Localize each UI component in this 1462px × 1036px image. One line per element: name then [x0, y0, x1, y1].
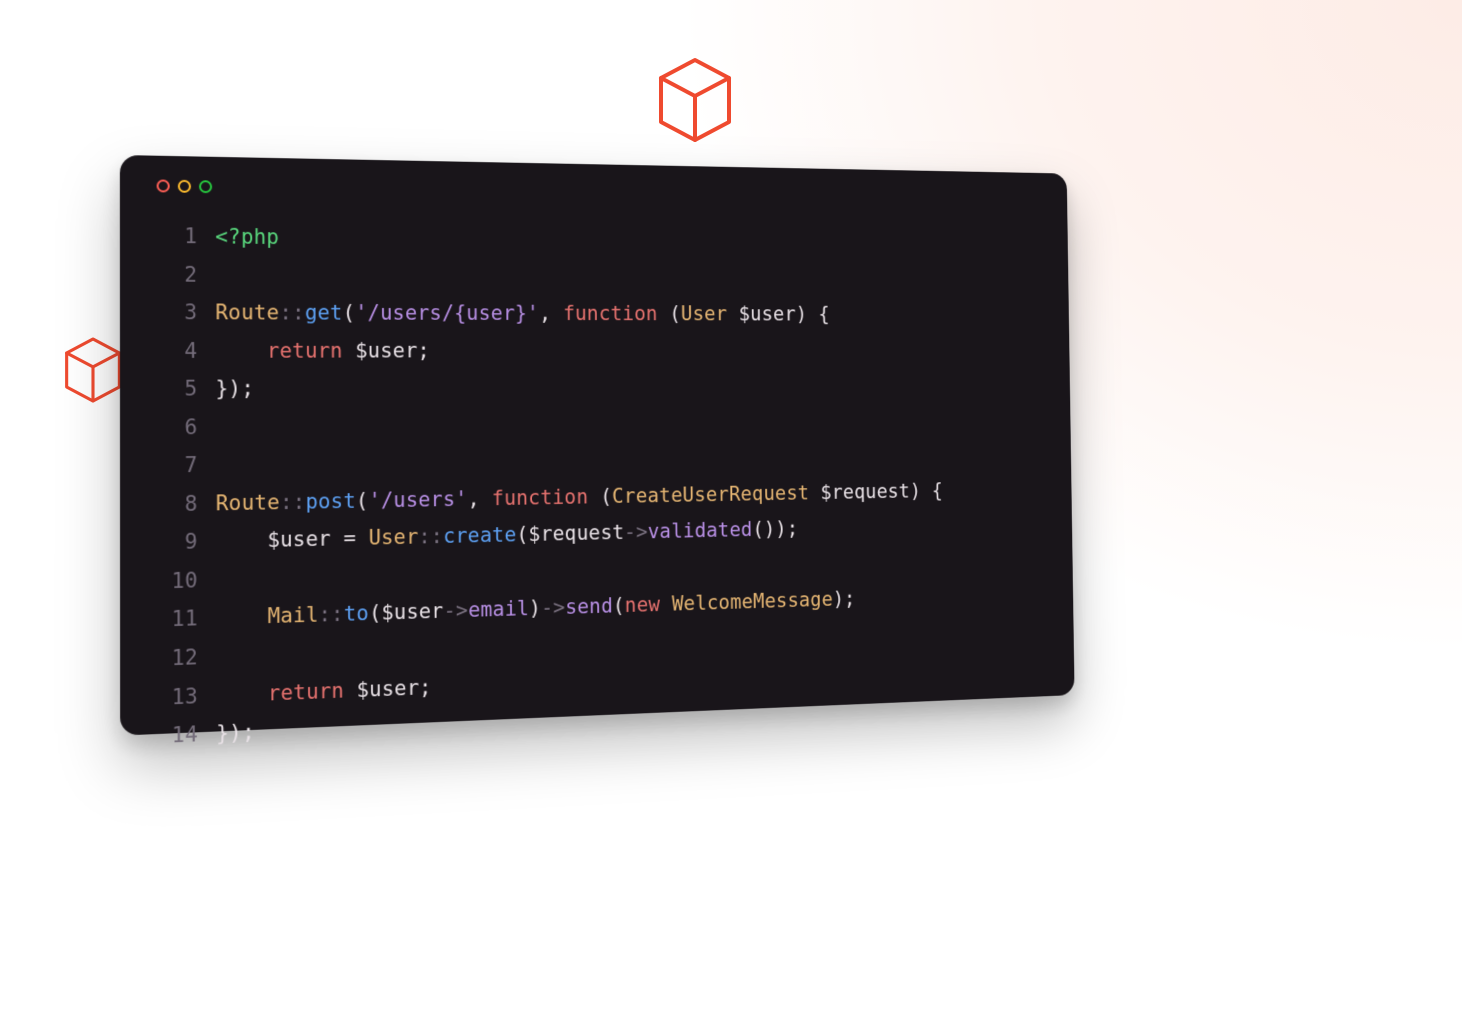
- code-editor-window: 1 <?php2 3 Route::get('/users/{user}', fun…: [120, 155, 1075, 736]
- cube-icon: [62, 335, 124, 405]
- line-number: 6: [157, 411, 198, 444]
- window-close-icon: [157, 179, 170, 192]
- code-line: });: [215, 370, 1040, 405]
- line-number: 5: [157, 373, 198, 406]
- line-number: 7: [157, 449, 198, 482]
- window-traffic-lights: [157, 179, 1038, 206]
- line-number: 12: [157, 641, 198, 675]
- line-number: 9: [157, 526, 198, 559]
- line-number: 4: [157, 335, 198, 367]
- line-number: 2: [157, 258, 198, 290]
- code-line: [215, 259, 1038, 295]
- code-line: [216, 404, 1041, 443]
- code-line: <?php: [215, 221, 1038, 261]
- scene-container: 1 <?php2 3 Route::get('/users/{user}', fun…: [50, 50, 1230, 770]
- line-number: 1: [157, 220, 198, 253]
- cube-icon: [655, 56, 735, 144]
- line-number: 10: [157, 564, 198, 598]
- line-number: 13: [157, 680, 198, 714]
- window-minimize-icon: [178, 180, 191, 193]
- line-number: 14: [157, 718, 198, 752]
- code-line: Route::get('/users/{user}', function (Us…: [215, 297, 1039, 330]
- line-number: 8: [157, 488, 198, 521]
- code-block: 1 <?php2 3 Route::get('/users/{user}', fun…: [157, 220, 1045, 753]
- line-number: 3: [157, 296, 198, 328]
- code-line: return $user;: [215, 335, 1039, 367]
- line-number: 11: [157, 603, 198, 637]
- window-zoom-icon: [199, 180, 212, 193]
